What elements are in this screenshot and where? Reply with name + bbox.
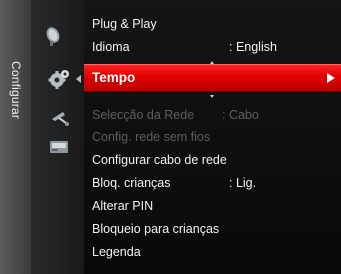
menu-item-plug-play[interactable]: Plug & Play bbox=[84, 13, 341, 35]
osd-menu: Configurar Plug & Play Idioma: English … bbox=[0, 0, 341, 274]
menu-item-configurar-cabo-de-rede[interactable]: Configurar cabo de rede bbox=[84, 149, 341, 171]
scroll-down-indicator bbox=[210, 95, 214, 98]
satellite-dish-icon[interactable] bbox=[41, 25, 63, 47]
menu-item-idioma[interactable]: Idioma : English bbox=[84, 36, 341, 58]
menu-item-seleccao-da-rede: Selecção da Rede : Cabo bbox=[92, 108, 259, 122]
menu-item-tempo[interactable]: Tempo bbox=[84, 64, 341, 92]
gears-icon[interactable] bbox=[48, 68, 70, 90]
input-box-icon[interactable] bbox=[48, 136, 70, 158]
menu-item-config-rede-sem-fios: Config. rede sem fios bbox=[92, 130, 211, 144]
category-icon-column bbox=[31, 0, 84, 274]
menu-item-alterar-pin[interactable]: Alterar PIN bbox=[84, 195, 341, 217]
category-tab-configurar[interactable]: Configurar bbox=[0, 0, 32, 274]
menu-item-bloqueio-para-criancas[interactable]: Bloqueio para crianças bbox=[84, 218, 341, 240]
submenu-arrow-icon bbox=[327, 73, 335, 83]
menu-item-bloq-criancas[interactable]: Bloq. crianças : Lig. bbox=[84, 172, 341, 194]
menu-list: Plug & Play Idioma : English Tempo Selec… bbox=[84, 0, 341, 274]
antenna-icon[interactable] bbox=[49, 106, 71, 128]
selected-category-marker bbox=[76, 75, 81, 83]
menu-item-legenda[interactable]: Legenda bbox=[84, 241, 341, 263]
